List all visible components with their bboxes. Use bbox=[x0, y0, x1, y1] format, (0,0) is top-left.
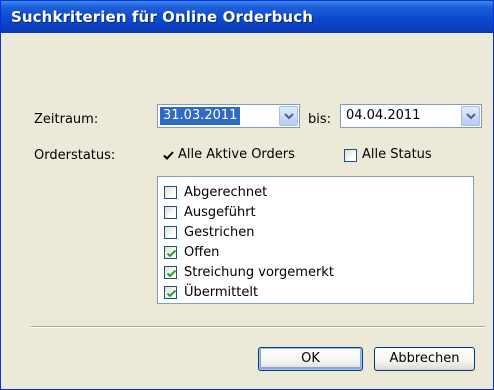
all-active-orders-label[interactable]: Alle Aktive Orders bbox=[178, 147, 295, 162]
window-title: Suchkriterien für Online Orderbuch bbox=[11, 8, 313, 26]
date-from-value[interactable]: 31.03.2011 bbox=[160, 107, 241, 125]
dialog-window: Suchkriterien für Online Orderbuch Zeitr… bbox=[0, 0, 494, 390]
period-label: Zeitraum: bbox=[34, 112, 99, 127]
abgerechnet-checkbox[interactable] bbox=[164, 186, 177, 199]
all-status-checkbox[interactable] bbox=[344, 149, 357, 162]
list-item-label: Gestrichen bbox=[184, 225, 255, 240]
list-item-label: Offen bbox=[184, 245, 220, 260]
list-item-label: Streichung vorgemerkt bbox=[184, 265, 334, 280]
list-item-label: Übermittelt bbox=[184, 285, 259, 300]
all-status-label[interactable]: Alle Status bbox=[362, 147, 432, 162]
title-bar[interactable]: Suchkriterien für Online Orderbuch bbox=[1, 1, 493, 33]
all-active-orders-checkbox[interactable] bbox=[162, 149, 175, 162]
separator bbox=[31, 326, 485, 328]
date-from-combobox[interactable]: 31.03.2011 bbox=[157, 104, 300, 128]
date-to-dropdown-button[interactable] bbox=[461, 106, 480, 126]
date-to-combobox[interactable]: 04.04.2011 bbox=[340, 104, 482, 128]
checkmark-icon bbox=[162, 151, 175, 166]
status-checklist[interactable]: Abgerechnet Ausgeführt Gestrichen Offen bbox=[157, 176, 474, 304]
offen-checkbox[interactable] bbox=[164, 246, 177, 259]
list-item-label: Ausgeführt bbox=[184, 205, 256, 220]
date-from-dropdown-button[interactable] bbox=[279, 106, 298, 126]
orderstatus-label: Orderstatus: bbox=[34, 148, 116, 163]
cancel-button[interactable]: Abbrechen bbox=[374, 347, 475, 371]
ausgefuehrt-checkbox[interactable] bbox=[164, 206, 177, 219]
gestrichen-checkbox[interactable] bbox=[164, 226, 177, 239]
list-item-label: Abgerechnet bbox=[184, 185, 268, 200]
uebermittelt-checkbox[interactable] bbox=[164, 286, 177, 299]
date-to-value[interactable]: 04.04.2011 bbox=[343, 107, 423, 125]
ok-button[interactable]: OK bbox=[258, 347, 363, 371]
period-to-label: bis: bbox=[308, 112, 332, 127]
streichung-vorgemerkt-checkbox[interactable] bbox=[164, 266, 177, 279]
